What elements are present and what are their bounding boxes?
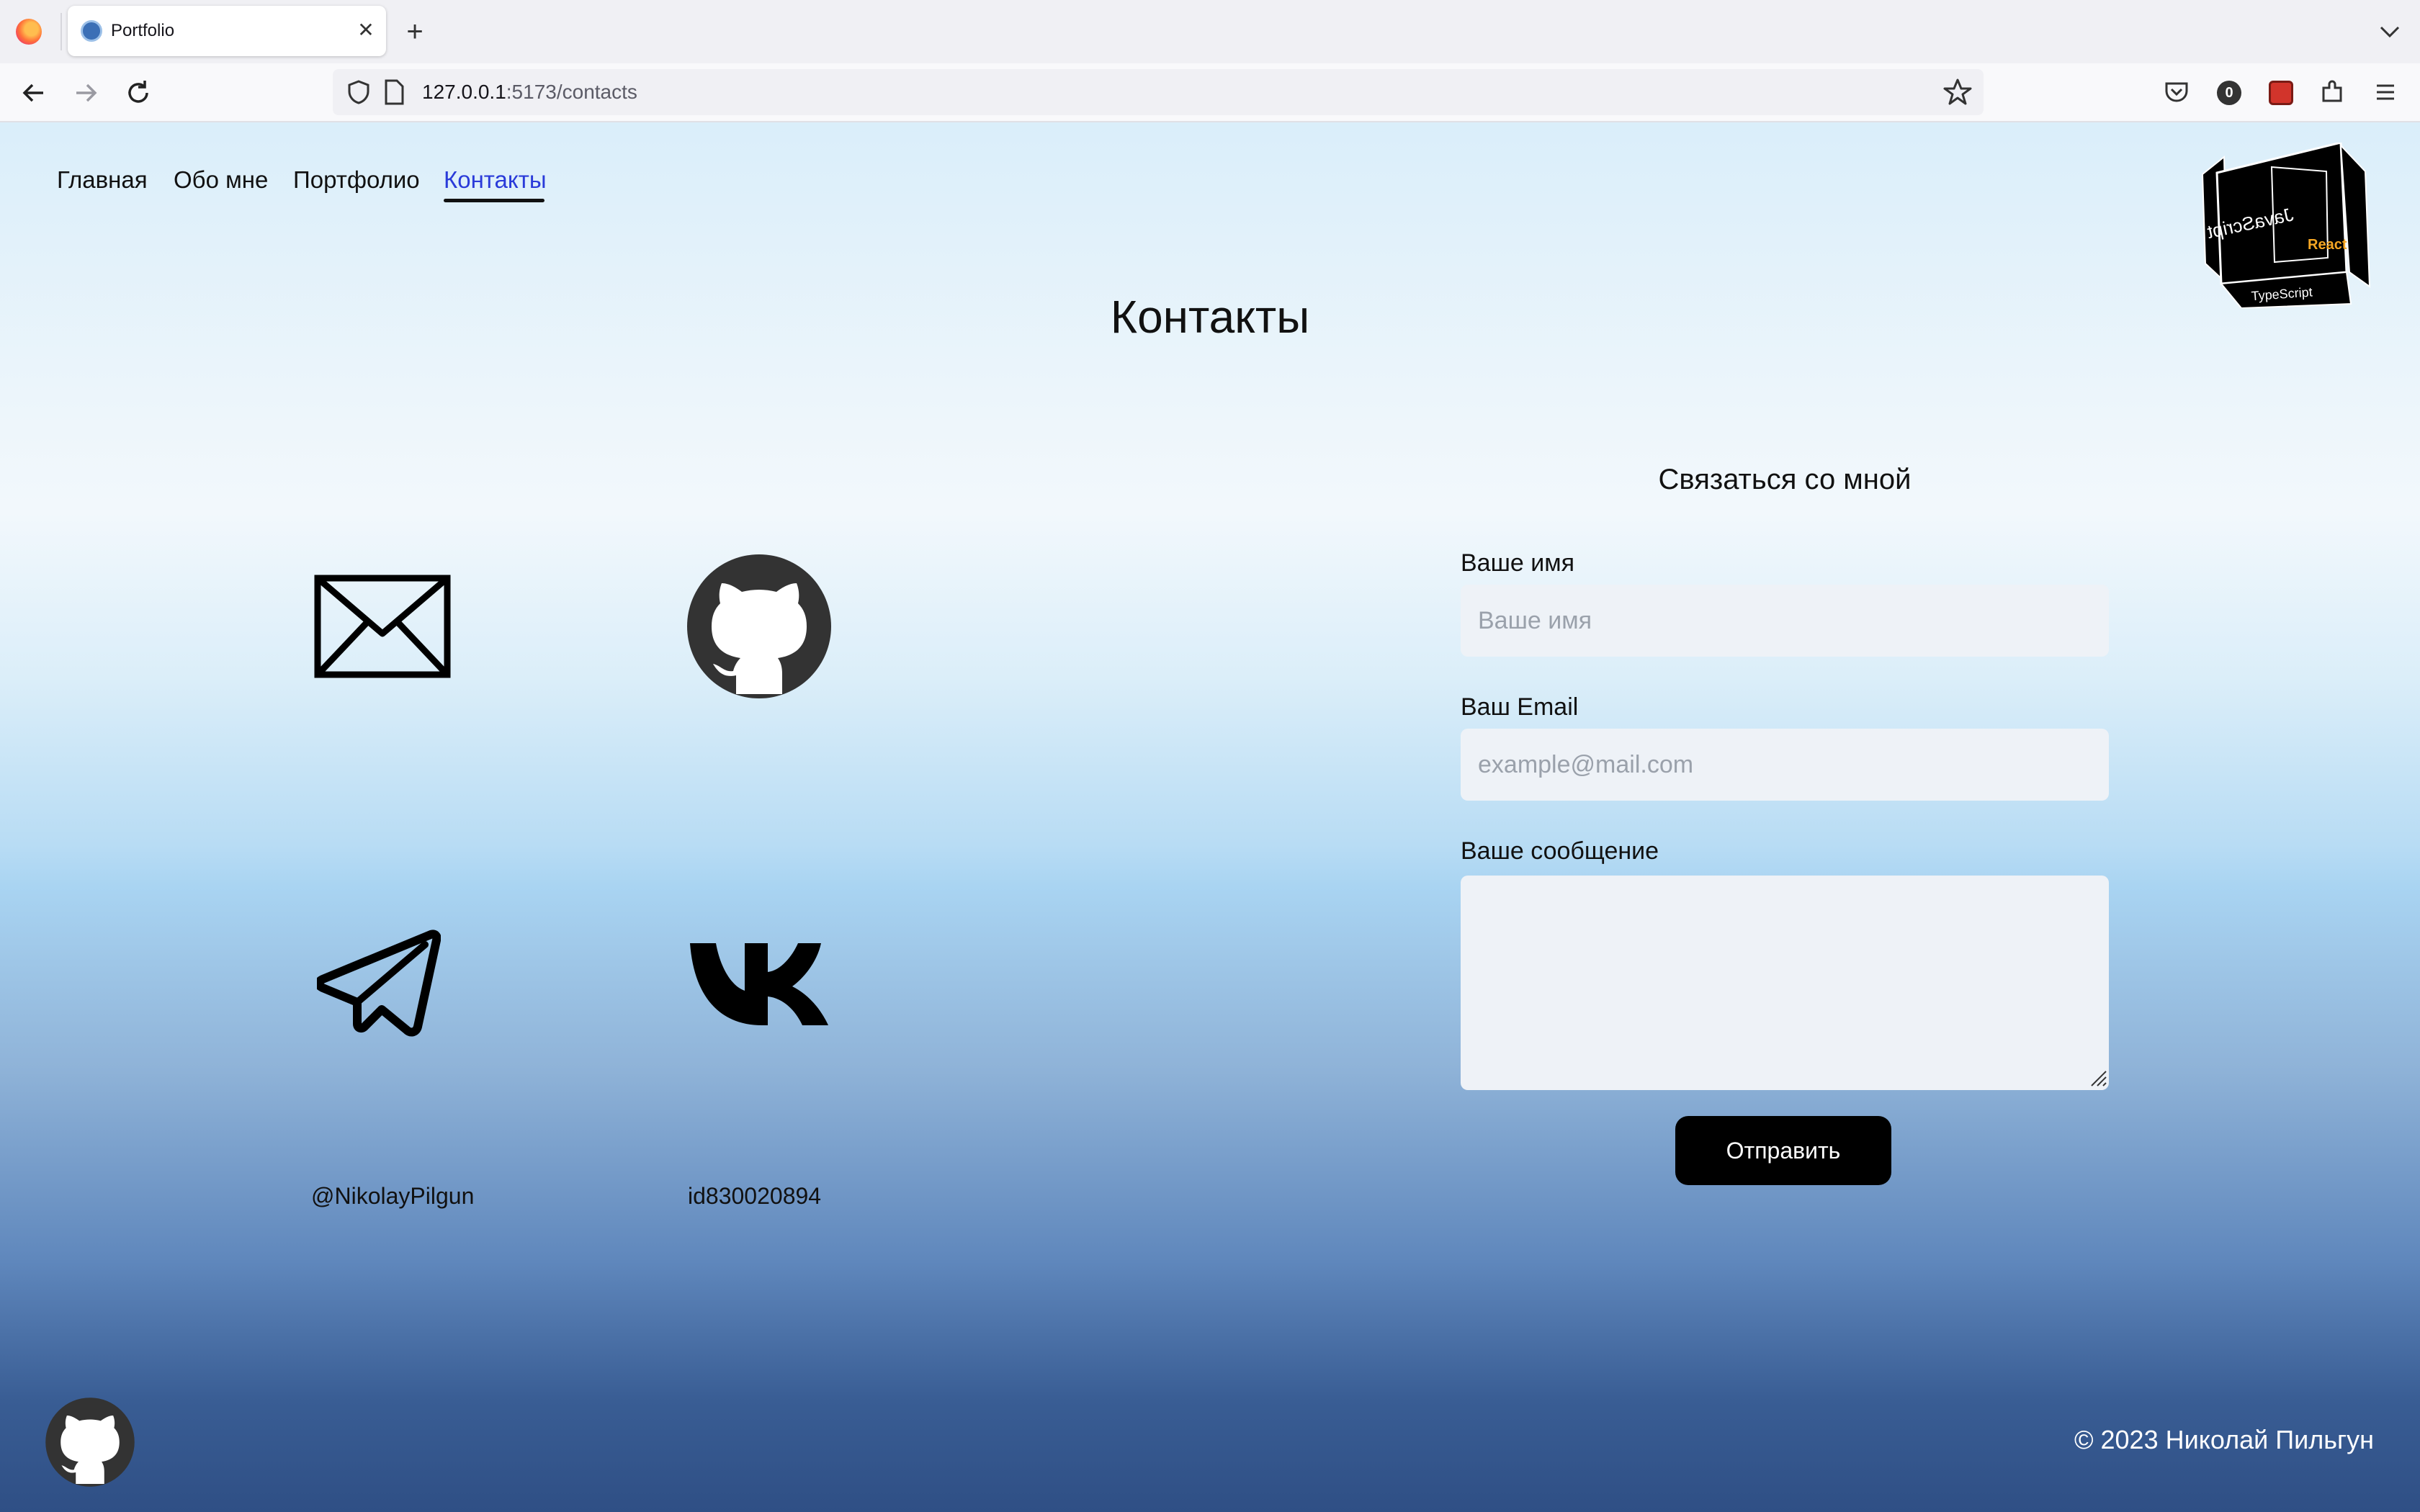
submit-button[interactable]: Отправить — [1675, 1116, 1891, 1185]
nav-link-portfolio[interactable]: Портфолио — [293, 166, 420, 194]
browser-tab-bar: Portfolio ✕ + — [0, 0, 2420, 63]
firefox-icon[interactable] — [16, 19, 42, 45]
page-title: Контакты — [1110, 291, 1310, 343]
page-icon — [385, 79, 404, 105]
vk-label[interactable]: id830020894 — [688, 1182, 821, 1210]
mail-icon[interactable] — [314, 575, 451, 678]
copyright-text: © 2023 Николай Пильгун — [2074, 1425, 2374, 1454]
tab-separator — [60, 13, 62, 50]
page-content: Главная Обо мне Портфолио Контакты JavaS… — [0, 122, 2420, 1512]
footer-github-icon[interactable] — [45, 1397, 135, 1488]
favicon-icon — [81, 20, 102, 42]
extension-badge-icon[interactable]: 0 — [2210, 73, 2247, 111]
telegram-icon[interactable] — [317, 927, 441, 1037]
close-tab-icon[interactable]: ✕ — [351, 16, 380, 45]
url-text[interactable]: 127.0.0.1:5173/contacts — [422, 81, 637, 104]
resize-grip-icon[interactable] — [2087, 1067, 2107, 1087]
reload-icon[interactable] — [118, 73, 158, 113]
forward-icon[interactable] — [66, 73, 107, 113]
email-input[interactable] — [1461, 729, 2109, 801]
vk-icon[interactable] — [690, 943, 828, 1025]
email-label: Ваш Email — [1461, 693, 1579, 721]
browser-toolbar: 127.0.0.1:5173/contacts 0 — [0, 63, 2420, 122]
github-icon[interactable] — [686, 553, 833, 700]
cube-side-text: React — [2308, 237, 2347, 253]
name-label: Ваше имя — [1461, 549, 1574, 577]
url-bar[interactable]: 127.0.0.1:5173/contacts — [333, 69, 1984, 115]
name-input[interactable] — [1461, 585, 2109, 657]
browser-tab[interactable]: Portfolio ✕ — [68, 6, 386, 56]
extension-icon[interactable] — [2262, 73, 2299, 111]
nav-link-about[interactable]: Обо мне — [174, 166, 268, 194]
nav-link-home[interactable]: Главная — [57, 166, 148, 194]
new-tab-button[interactable]: + — [399, 16, 431, 48]
form-heading: Связаться со мной — [1658, 464, 1912, 495]
tab-title: Portfolio — [111, 21, 175, 40]
pocket-icon[interactable] — [2158, 73, 2195, 111]
message-textarea[interactable] — [1461, 876, 2109, 1090]
message-label: Ваше сообщение — [1461, 837, 1659, 865]
active-nav-underline — [444, 199, 544, 202]
telegram-label[interactable]: @NikolayPilgun — [311, 1182, 474, 1210]
list-all-tabs-icon[interactable] — [2374, 17, 2406, 46]
extensions-puzzle-icon[interactable] — [2313, 73, 2351, 111]
menu-icon[interactable] — [2367, 73, 2404, 111]
shield-icon[interactable] — [346, 79, 372, 105]
nav-link-contacts[interactable]: Контакты — [444, 166, 547, 194]
extension-badge: 0 — [2217, 81, 2241, 105]
skills-cube: JavaScript React TypeScript — [2201, 143, 2371, 308]
back-icon[interactable] — [13, 73, 53, 113]
bookmark-star-icon[interactable] — [1943, 78, 1972, 107]
